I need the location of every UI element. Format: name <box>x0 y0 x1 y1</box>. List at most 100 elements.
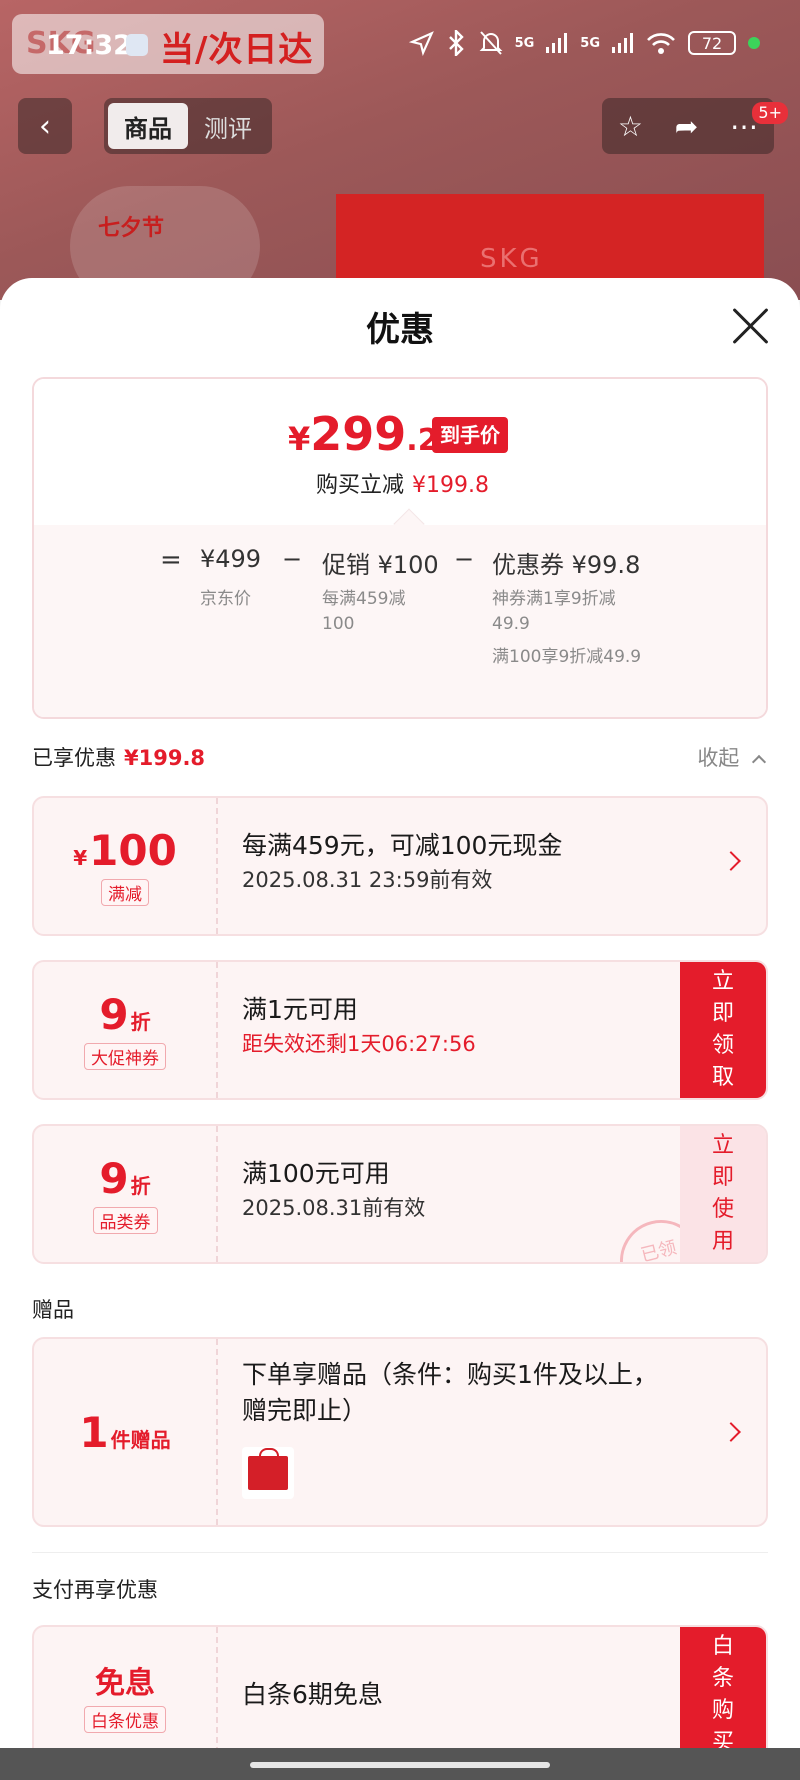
coupon-amount-number: 9 <box>99 1154 129 1203</box>
formula-jd-label: 京东价 <box>200 589 251 609</box>
gifts-section-title: 赠品 <box>32 1298 74 1322</box>
discount-sheet: 优惠 ¥ 299 .2 到手价 购买立减 ¥199.8 = ¥499 京东价 − … <box>0 278 800 1748</box>
instant-saving-label: 购买立减 <box>316 473 405 498</box>
section-divider <box>32 1552 768 1553</box>
product-box-label: SKG <box>480 244 543 274</box>
status-time: 17:32 <box>46 30 132 61</box>
coupon-validity: 2025.08.31 23:59前有效 <box>242 868 493 892</box>
coupon-title: 每满459元，可减100元现金 <box>242 831 563 860</box>
baitiao-big: 免息 <box>95 1658 155 1702</box>
formula-coupon-desc-1: 神券满1享9折减49.9 <box>492 589 616 634</box>
coupon-amount: 9 折 <box>99 1154 150 1203</box>
instant-saving: 购买立减 ¥199.8 <box>316 467 489 499</box>
formula-minus-1: − <box>282 545 303 573</box>
collapse-toggle[interactable]: 收起 <box>697 742 767 772</box>
chevron-up-icon <box>751 754 767 770</box>
instant-saving-value: ¥199.8 <box>412 473 489 498</box>
use-now-button[interactable]: 立即使用 <box>680 1126 766 1262</box>
formula-equals: = <box>160 545 182 575</box>
price-summary-card: ¥ 299 .2 到手价 购买立减 ¥199.8 = ¥499 京东价 − 促销 … <box>32 377 768 719</box>
product-tools: ☆ ➦ ⋯ <box>602 98 774 154</box>
price-symbol: ¥ <box>288 420 311 458</box>
share-icon[interactable]: ➦ <box>675 110 698 143</box>
price-integer: 299 <box>310 407 407 461</box>
bluetooth-icon <box>448 30 464 56</box>
coupon-details: 满1元可用 距失效还剩1天06:27:56 <box>242 992 682 1060</box>
background-product-page: SKG 当/次日达 17:32 5G 5G 72 ‹ 商品 测评 ☆ ➦ ⋯ 5… <box>0 0 800 300</box>
home-indicator[interactable] <box>250 1762 550 1768</box>
enjoyed-label: 已享优惠 <box>32 746 116 770</box>
formula-jd-price: ¥499 <box>200 545 262 573</box>
coupon-details: 每满459元，可减100元现金 2025.08.31 23:59前有效 <box>242 828 682 896</box>
gift-value-area: 1 件赠品 <box>34 1339 218 1525</box>
location-icon <box>408 31 434 56</box>
final-price: ¥ 299 .2 <box>288 407 439 461</box>
gift-amount: 1 件赠品 <box>79 1408 170 1457</box>
coupon-type-chip: 满减 <box>101 879 149 906</box>
final-price-tag: 到手价 <box>432 417 508 453</box>
coupon-unit: 折 <box>130 1174 151 1198</box>
tab-review[interactable]: 测评 <box>188 103 268 149</box>
gift-unit: 件赠品 <box>110 1427 171 1452</box>
delivery-banner-text: 当/次日达 <box>160 30 314 70</box>
baitiao-title: 白条6期免息 <box>242 1680 383 1709</box>
charging-dot <box>748 37 760 49</box>
baitiao-offer-card: 免息 白条优惠 白条6期免息 白条购买 <box>32 1625 768 1748</box>
enjoyed-value: ¥199.8 <box>124 746 206 770</box>
coupon-type-chip: 品类券 <box>92 1207 158 1234</box>
chevron-right-icon <box>721 1422 741 1442</box>
coupon-countdown: 距失效还剩1天06:27:56 <box>242 1032 476 1056</box>
signal-5g-label-2: 5G <box>580 35 600 51</box>
coupon-amount-number: 9 <box>99 990 129 1039</box>
festival-logo: 七夕节 <box>98 216 165 241</box>
baitiao-details: 白条6期免息 <box>242 1677 682 1713</box>
coupon-value-area: 9 折 大促神券 <box>34 962 218 1098</box>
gift-title: 下单享赠品（条件：购买1件及以上，赠完即止） <box>242 1360 658 1425</box>
formula-promo-desc: 每满459减100 <box>322 589 406 634</box>
formula-coupon-desc-2: 满100享9折减49.9 <box>492 647 642 667</box>
battery-indicator: 72 <box>688 31 736 55</box>
star-icon[interactable]: ☆ <box>618 110 643 143</box>
gift-bag-image <box>242 1447 294 1499</box>
coupon-full-reduction[interactable]: ¥ 100 满减 每满459元，可减100元现金 2025.08.31 23:5… <box>32 796 768 936</box>
formula-minus-2: − <box>454 545 475 573</box>
formula-coupon: 优惠券 ¥99.8 <box>492 551 641 579</box>
baitiao-big-text: 免息 <box>95 1665 155 1701</box>
claim-now-button[interactable]: 立即领取 <box>680 962 766 1098</box>
collapse-label: 收起 <box>697 746 740 770</box>
status-icons: 5G 5G 72 <box>408 30 760 56</box>
close-button[interactable] <box>730 306 770 346</box>
gift-count: 1 <box>79 1407 109 1457</box>
gift-card[interactable]: 1 件赠品 下单享赠品（条件：购买1件及以上，赠完即止） <box>32 1337 768 1527</box>
coupon-value-area: 9 折 品类券 <box>34 1126 218 1262</box>
baitiao-value-area: 免息 白条优惠 <box>34 1627 218 1748</box>
coupon-mega-sale: 9 折 大促神券 满1元可用 距失效还剩1天06:27:56 立即领取 <box>32 960 768 1100</box>
app-notification-icon <box>126 34 148 56</box>
coupon-unit: 折 <box>130 1010 151 1034</box>
baitiao-chip: 白条优惠 <box>84 1705 166 1733</box>
coupon-amount: 9 折 <box>99 990 150 1039</box>
mute-bell-icon <box>479 31 502 55</box>
formula-promo: 促销 ¥100 <box>322 551 439 579</box>
sheet-title: 优惠 <box>366 310 434 350</box>
gift-details: 下单享赠品（条件：购买1件及以上，赠完即止） <box>242 1357 682 1429</box>
coupon-title: 满100元可用 <box>242 1159 390 1188</box>
signal-5g-label-1: 5G <box>514 35 535 51</box>
back-button[interactable]: ‹ <box>18 98 72 154</box>
baitiao-buy-button[interactable]: 白条购买 <box>680 1627 766 1748</box>
payment-section-title: 支付再享优惠 <box>32 1578 158 1602</box>
coupon-title: 满1元可用 <box>242 995 358 1024</box>
wifi-icon <box>647 33 675 54</box>
coupon-currency: ¥ <box>73 846 88 870</box>
message-badge: 5+ <box>752 102 788 124</box>
coupon-value-area: ¥ 100 满减 <box>34 798 218 934</box>
coupon-validity: 2025.08.31前有效 <box>242 1196 426 1220</box>
product-tabs: 商品 测评 <box>104 98 272 154</box>
coupon-details: 满100元可用 2025.08.31前有效 <box>242 1156 682 1224</box>
signal-bars-icon-2 <box>612 33 633 53</box>
enjoyed-discount-header: 已享优惠 ¥199.8 <box>32 742 205 772</box>
coupon-type-chip: 大促神券 <box>84 1043 166 1070</box>
tab-product[interactable]: 商品 <box>108 103 188 149</box>
chevron-right-icon <box>721 851 741 871</box>
coupon-amount-number: 100 <box>89 826 177 875</box>
